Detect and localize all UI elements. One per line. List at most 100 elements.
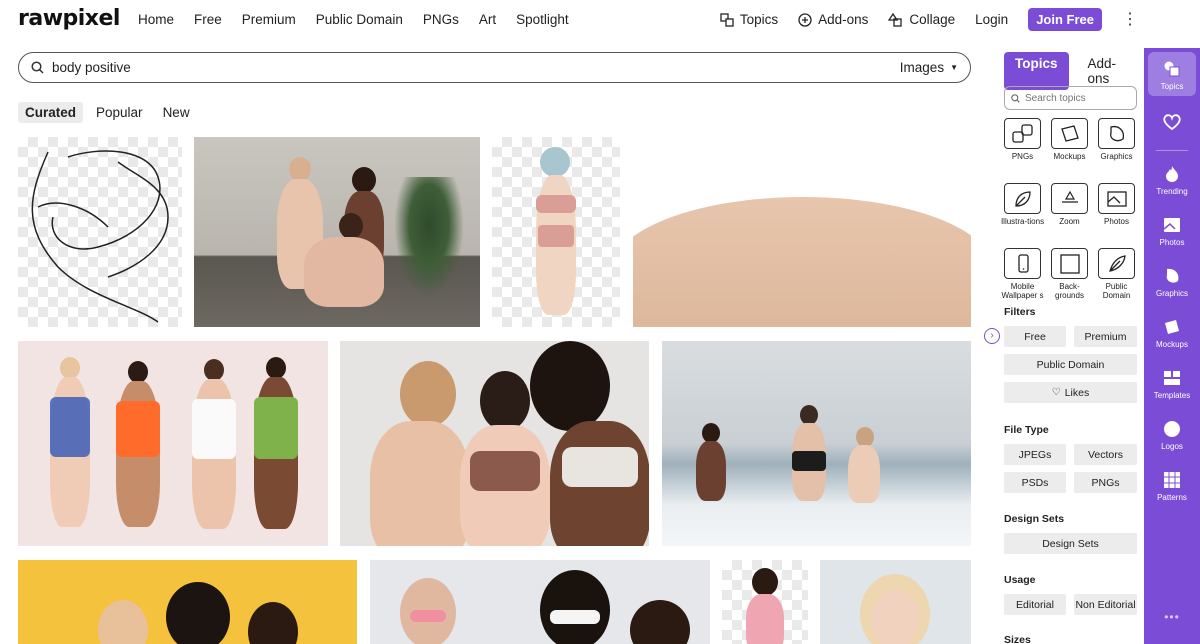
heart-icon bbox=[1162, 112, 1182, 132]
filter-pngs[interactable]: PNGs bbox=[1074, 472, 1137, 493]
nav-home[interactable]: Home bbox=[138, 12, 174, 27]
file-type-title: File Type bbox=[1004, 424, 1049, 436]
search-input[interactable] bbox=[52, 60, 900, 75]
rail-favorites[interactable] bbox=[1144, 112, 1200, 135]
topic-public-domain[interactable]: Public Domain bbox=[1098, 248, 1135, 309]
topics-search-field[interactable] bbox=[1004, 86, 1137, 110]
topic-label: Back-grounds bbox=[1055, 282, 1084, 300]
background-icon bbox=[1051, 248, 1088, 279]
collage-link[interactable]: Collage bbox=[888, 12, 955, 27]
topics-search-input[interactable] bbox=[1025, 92, 1125, 104]
rail-trending[interactable]: Trending bbox=[1144, 164, 1200, 196]
header-actions: Topics Add-ons Collage Login Join Free ⋮ bbox=[720, 8, 1138, 31]
search-icon bbox=[1011, 93, 1020, 103]
rail-label: Topics bbox=[1160, 82, 1184, 91]
rail-topics[interactable]: Topics bbox=[1148, 52, 1196, 96]
collage-label: Collage bbox=[909, 12, 956, 27]
tab-new[interactable]: New bbox=[156, 102, 197, 123]
rail-more-icon[interactable]: ••• bbox=[1144, 610, 1200, 624]
rail-divider bbox=[1156, 150, 1188, 151]
image-tile-swimsuit-lineup[interactable] bbox=[18, 341, 328, 546]
topics-link[interactable]: Topics bbox=[720, 12, 778, 27]
nav-premium[interactable]: Premium bbox=[242, 12, 296, 27]
filter-free[interactable]: Free bbox=[1004, 326, 1066, 347]
likes-label: Likes bbox=[1064, 386, 1090, 399]
topic-photos[interactable]: Photos bbox=[1098, 183, 1135, 244]
topic-mobile-wallpapers[interactable]: Mobile Wallpaper s bbox=[1002, 248, 1043, 309]
topic-mockups[interactable]: Mockups bbox=[1051, 118, 1088, 179]
filter-design-sets[interactable]: Design Sets bbox=[1004, 533, 1137, 554]
filter-editorial[interactable]: Editorial bbox=[1004, 594, 1066, 615]
login-link[interactable]: Login bbox=[975, 12, 1008, 27]
image-tile-png-woman[interactable] bbox=[722, 560, 808, 644]
image-tile-blonde-portrait[interactable] bbox=[820, 560, 971, 644]
sort-tabs: Curated Popular New bbox=[18, 102, 197, 123]
heart-icon: ♡ bbox=[1051, 387, 1061, 398]
filter-premium[interactable]: Premium bbox=[1074, 326, 1137, 347]
topic-label: Mockups bbox=[1053, 152, 1086, 161]
leaf-icon bbox=[1004, 183, 1041, 214]
rail-logos[interactable]: Logos bbox=[1144, 419, 1200, 451]
rail-templates[interactable]: Templates bbox=[1144, 368, 1200, 400]
chevron-right-icon: › bbox=[990, 330, 994, 341]
tab-popular[interactable]: Popular bbox=[89, 102, 150, 123]
image-tile-laughing-friends[interactable] bbox=[340, 341, 649, 546]
rail-graphics[interactable]: Graphics bbox=[1144, 266, 1200, 298]
topic-graphics[interactable]: Graphics bbox=[1098, 118, 1135, 179]
nav-spotlight[interactable]: Spotlight bbox=[516, 12, 569, 27]
topic-zoom[interactable]: Zoom bbox=[1051, 183, 1088, 244]
rail-label: Photos bbox=[1159, 238, 1185, 247]
rail-label: Trending bbox=[1156, 187, 1188, 196]
topic-pngs[interactable]: PNGs bbox=[1004, 118, 1041, 179]
flame-icon bbox=[1162, 164, 1182, 184]
panel-tab-topics[interactable]: Topics bbox=[1004, 52, 1069, 90]
topic-label: Illustra-tions bbox=[1000, 217, 1045, 226]
image-tile-studio-group[interactable] bbox=[194, 137, 480, 327]
join-free-button[interactable]: Join Free bbox=[1028, 8, 1102, 31]
image-tile-skin-closeup[interactable] bbox=[633, 137, 971, 327]
image-tile-beach-splash[interactable] bbox=[662, 341, 971, 546]
search-type-select[interactable]: Images ▼ bbox=[900, 60, 958, 75]
nav-pngs[interactable]: PNGs bbox=[423, 12, 459, 27]
filter-psds[interactable]: PSDs bbox=[1004, 472, 1066, 493]
filter-jpegs[interactable]: JPEGs bbox=[1004, 444, 1066, 465]
topics-grid: PNGs Mockups Graphics Illustra-tions Zoo… bbox=[1001, 118, 1135, 309]
rail-photos[interactable]: Photos bbox=[1144, 215, 1200, 247]
nav-free[interactable]: Free bbox=[194, 12, 222, 27]
caret-down-icon: ▼ bbox=[950, 63, 958, 72]
image-tile-line-art-hug[interactable] bbox=[18, 137, 182, 327]
rail-label: Patterns bbox=[1157, 493, 1187, 502]
mockups-icon bbox=[1162, 317, 1182, 337]
panel-tab-addons[interactable]: Add-ons bbox=[1077, 52, 1142, 90]
more-menu-icon[interactable]: ⋮ bbox=[1122, 11, 1138, 27]
filter-vectors[interactable]: Vectors bbox=[1074, 444, 1137, 465]
image-tile-illustrated-woman[interactable] bbox=[492, 137, 620, 327]
search-icon bbox=[31, 61, 44, 74]
phone-icon bbox=[1004, 248, 1041, 279]
rail-mockups[interactable]: Mockups bbox=[1144, 317, 1200, 349]
topics-panel: Topics Add-ons PNGs Mockups Graphics Ill… bbox=[997, 44, 1142, 644]
addons-link[interactable]: Add-ons bbox=[798, 12, 868, 27]
rail-patterns[interactable]: Patterns bbox=[1144, 470, 1200, 502]
filter-non-editorial[interactable]: Non Editorial bbox=[1074, 594, 1137, 615]
image-tile-yellow-portrait[interactable] bbox=[18, 560, 357, 644]
rail-label: Mockups bbox=[1155, 340, 1188, 349]
addons-label: Add-ons bbox=[818, 12, 869, 27]
nav-public-domain[interactable]: Public Domain bbox=[316, 12, 403, 27]
collage-icon bbox=[888, 12, 903, 27]
topic-illustrations[interactable]: Illustra-tions bbox=[1001, 183, 1044, 244]
nav-art[interactable]: Art bbox=[479, 12, 496, 27]
mockups-icon bbox=[1051, 118, 1088, 149]
filter-public-domain[interactable]: Public Domain bbox=[1004, 354, 1137, 375]
top-header: rawpixel Home Free Premium Public Domain… bbox=[0, 0, 1144, 40]
image-tile-sunglasses-friends[interactable] bbox=[370, 560, 710, 644]
sizes-title: Sizes bbox=[1004, 634, 1031, 644]
filter-likes[interactable]: ♡ Likes bbox=[1004, 382, 1137, 403]
filters-title: Filters bbox=[1004, 306, 1036, 318]
topic-backgrounds[interactable]: Back-grounds bbox=[1051, 248, 1088, 309]
topics-icon bbox=[720, 12, 734, 27]
rawpixel-logo[interactable]: rawpixel bbox=[18, 6, 120, 31]
tab-curated[interactable]: Curated bbox=[18, 102, 84, 123]
graphics-icon bbox=[1098, 118, 1135, 149]
design-sets-title: Design Sets bbox=[1004, 513, 1065, 525]
